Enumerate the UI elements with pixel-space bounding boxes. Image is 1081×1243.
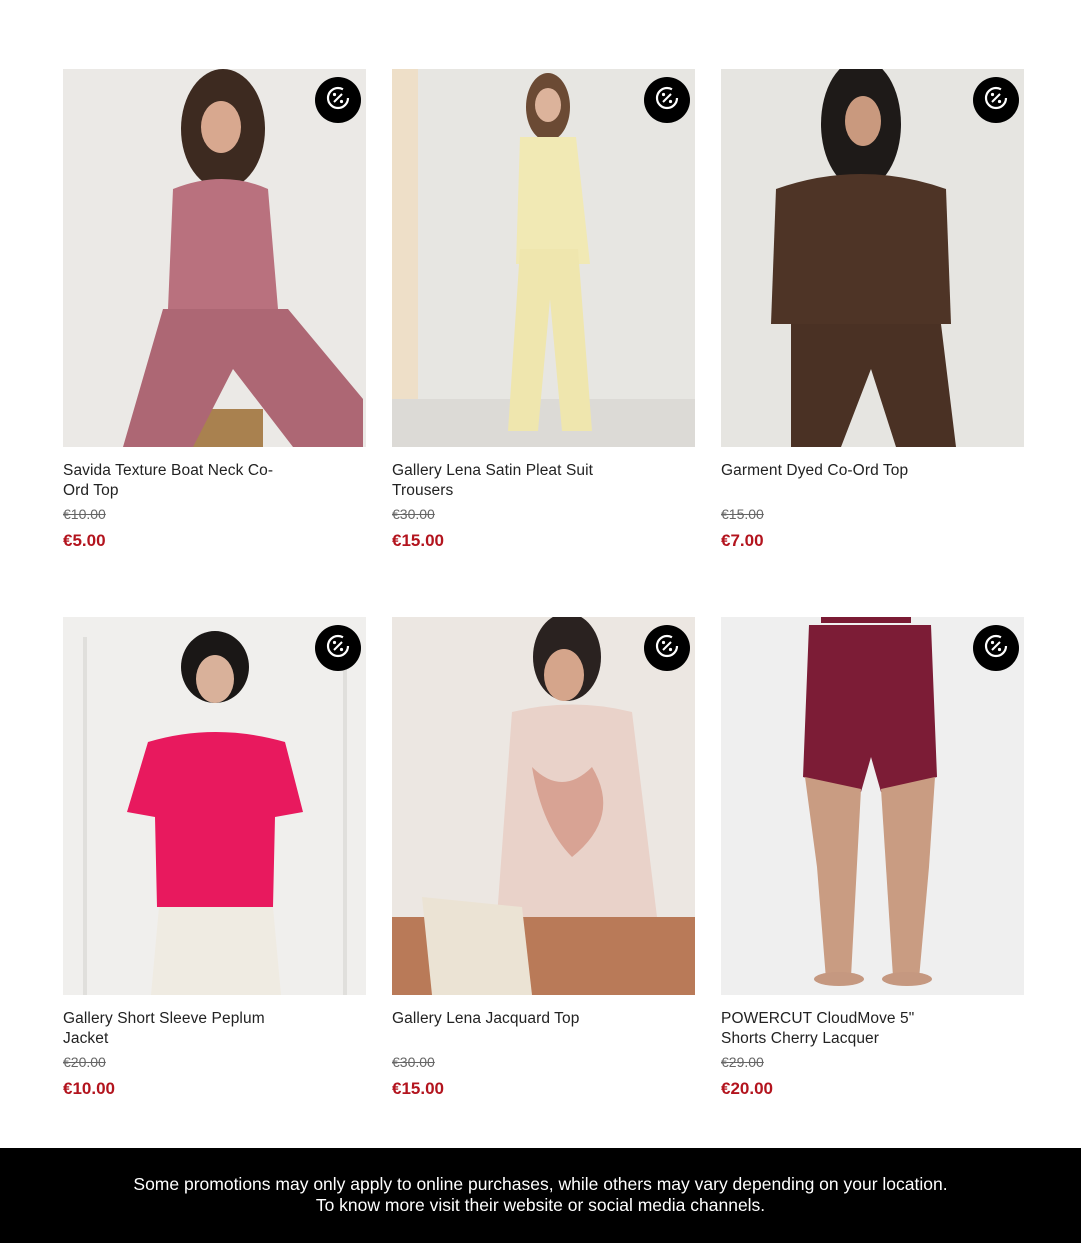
product-photo	[63, 617, 366, 995]
product-image[interactable]	[63, 69, 366, 447]
product-name[interactable]: Gallery Short Sleeve Peplum Jacket	[63, 1009, 298, 1049]
product-image[interactable]	[721, 69, 1024, 447]
discount-cycle-icon	[981, 631, 1011, 666]
product-image[interactable]	[721, 617, 1024, 995]
product-card[interactable]: Gallery Lena Jacquard Top €30.00 €15.00	[392, 617, 695, 1099]
original-price: €29.00	[721, 1054, 764, 1070]
original-price: €15.00	[721, 506, 764, 522]
product-card[interactable]: Gallery Short Sleeve Peplum Jacket €20.0…	[63, 617, 366, 1099]
product-card[interactable]: Gallery Lena Satin Pleat Suit Trousers €…	[392, 69, 695, 551]
product-image[interactable]	[392, 69, 695, 447]
discount-cycle-icon	[652, 631, 682, 666]
discount-cycle-icon	[981, 83, 1011, 118]
sale-price: €20.00	[721, 1079, 773, 1098]
sale-price: €5.00	[63, 531, 106, 550]
discount-cycle-icon	[323, 631, 353, 666]
discount-badge	[315, 77, 361, 123]
product-card[interactable]: POWERCUT CloudMove 5" Shorts Cherry Lacq…	[721, 617, 1024, 1099]
product-photo	[721, 69, 1024, 447]
sale-price: €15.00	[392, 531, 444, 550]
product-image[interactable]	[63, 617, 366, 995]
product-image[interactable]	[392, 617, 695, 995]
product-card[interactable]: Savida Texture Boat Neck Co-Ord Top €10.…	[63, 69, 366, 551]
disclaimer-line-2: To know more visit their website or soci…	[315, 1195, 766, 1215]
discount-badge	[644, 77, 690, 123]
product-card[interactable]: Garment Dyed Co-Ord Top €15.00 €7.00	[721, 69, 1024, 551]
product-name[interactable]: Gallery Lena Jacquard Top	[392, 1009, 627, 1049]
product-grid: Savida Texture Boat Neck Co-Ord Top €10.…	[63, 69, 1024, 1099]
sale-price: €15.00	[392, 1079, 444, 1098]
disclaimer-line-1: Some promotions may only apply to online…	[133, 1174, 948, 1194]
discount-cycle-icon	[652, 83, 682, 118]
original-price: €20.00	[63, 1054, 106, 1070]
original-price: €30.00	[392, 506, 435, 522]
discount-badge	[973, 625, 1019, 671]
product-name[interactable]: Savida Texture Boat Neck Co-Ord Top	[63, 461, 298, 501]
sale-price: €10.00	[63, 1079, 115, 1098]
original-price: €10.00	[63, 506, 106, 522]
discount-badge	[315, 625, 361, 671]
discount-cycle-icon	[323, 83, 353, 118]
sale-price: €7.00	[721, 531, 764, 550]
original-price: €30.00	[392, 1054, 435, 1070]
product-photo	[392, 69, 695, 447]
discount-badge	[644, 625, 690, 671]
discount-badge	[973, 77, 1019, 123]
product-photo	[392, 617, 695, 995]
product-name[interactable]: POWERCUT CloudMove 5" Shorts Cherry Lacq…	[721, 1009, 956, 1049]
promotion-disclaimer-footer: Some promotions may only apply to online…	[0, 1148, 1081, 1243]
product-photo	[721, 617, 1024, 995]
product-name[interactable]: Garment Dyed Co-Ord Top	[721, 461, 956, 501]
product-name[interactable]: Gallery Lena Satin Pleat Suit Trousers	[392, 461, 627, 501]
product-photo	[63, 69, 366, 447]
